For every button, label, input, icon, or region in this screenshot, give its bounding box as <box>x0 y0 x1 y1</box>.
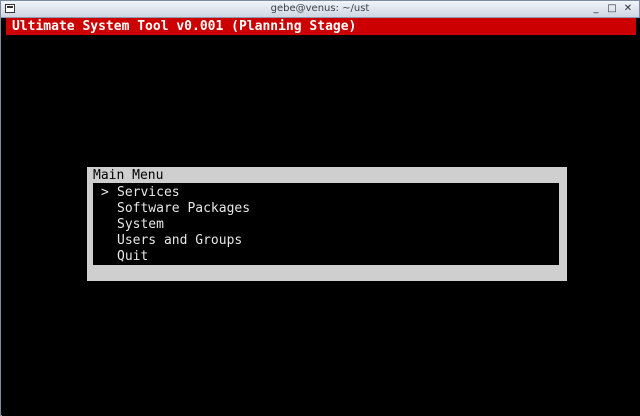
menu-item-label: Quit <box>117 249 149 264</box>
menu-item-quit[interactable]: Quit <box>101 249 148 265</box>
menu-item-label: Users and Groups <box>117 233 243 248</box>
menu-item-label: Software Packages <box>117 201 251 216</box>
app-header-bar: Ultimate System Tool v0.001 (Planning St… <box>6 18 636 35</box>
menu-item-system[interactable]: System <box>101 217 164 233</box>
menu-item-services[interactable]: > Services <box>101 185 180 201</box>
window-title: gebe@venus: ~/ust <box>270 3 370 14</box>
menu-item-software-packages[interactable]: Software Packages <box>101 201 250 217</box>
selection-marker: > <box>101 185 109 200</box>
minimize-icon[interactable]: _ <box>591 3 601 14</box>
window-controls: _ □ ✕ <box>591 3 633 14</box>
main-menu-dialog: Main Menu > Services Software Packages S… <box>87 167 567 281</box>
menu-item-users-and-groups[interactable]: Users and Groups <box>101 233 242 249</box>
terminal-area[interactable]: Ultimate System Tool v0.001 (Planning St… <box>2 18 640 416</box>
menu-item-label: Services <box>117 185 180 200</box>
menu-item-label: System <box>117 217 164 232</box>
window-titlebar[interactable]: gebe@venus: ~/ust _ □ ✕ <box>1 1 639 18</box>
dialog-title: Main Menu <box>93 168 164 183</box>
terminal-window: gebe@venus: ~/ust _ □ ✕ Ultimate System … <box>0 0 640 416</box>
close-icon[interactable]: ✕ <box>623 3 633 14</box>
menu-list: > Services Software Packages System User… <box>93 183 559 265</box>
maximize-icon[interactable]: □ <box>607 3 617 14</box>
